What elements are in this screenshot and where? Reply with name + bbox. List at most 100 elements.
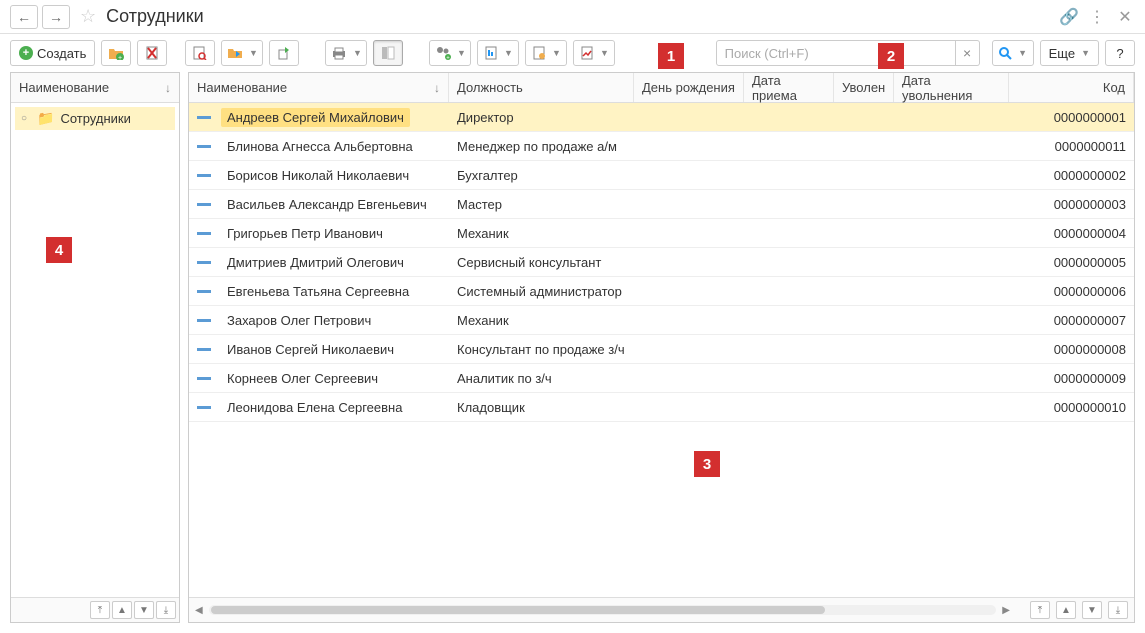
export-button[interactable]: [269, 40, 299, 66]
kebab-menu-icon[interactable]: ⋮: [1087, 7, 1107, 27]
table-row[interactable]: Захаров Олег ПетровичМеханик0000000007: [189, 306, 1134, 335]
table-row[interactable]: Васильев Александр ЕвгеньевичМастер00000…: [189, 190, 1134, 219]
row-position: Системный администратор: [449, 284, 634, 299]
scroll-up-button[interactable]: ▲: [1056, 601, 1076, 619]
row-marker-icon: [197, 203, 211, 206]
row-name: Дмитриев Дмитрий Олегович: [221, 253, 410, 272]
hscroll-right-icon[interactable]: ▶: [1002, 605, 1010, 616]
search-clear-button[interactable]: ×: [956, 40, 980, 66]
row-name: Андреев Сергей Михайлович: [221, 108, 410, 127]
create-button-label: Создать: [37, 46, 86, 61]
grid-body: Андреев Сергей Михайлович Директор 0000000…: [189, 103, 1134, 597]
hscroll-thumb[interactable]: [211, 606, 825, 614]
callout-3: 3: [694, 451, 720, 477]
scroll-top-button[interactable]: ⤒: [1030, 601, 1050, 619]
search-input[interactable]: [716, 40, 956, 66]
tree-footer: ⤒ ▲ ▼ ⤓: [11, 597, 179, 622]
col-header-name[interactable]: Наименование ↓: [189, 73, 449, 102]
table-row[interactable]: Блинова Агнесса АльбертовнаМенеджер по п…: [189, 132, 1134, 161]
attach-button[interactable]: ▼: [525, 40, 567, 66]
table-row[interactable]: Леонидова Елена СергеевнаКладовщик000000…: [189, 393, 1134, 422]
report-button[interactable]: ▼: [477, 40, 519, 66]
chevron-down-icon: ▼: [1018, 48, 1027, 58]
chevron-down-icon: ▼: [457, 48, 466, 58]
more-button[interactable]: Еще ▼: [1040, 40, 1099, 66]
row-marker-icon: [197, 116, 211, 119]
col-header-fire-date[interactable]: Дата увольнения: [894, 73, 1009, 102]
chevron-down-icon: ▼: [249, 48, 258, 58]
nav-forward-button[interactable]: →: [42, 5, 70, 29]
folder-icon: 📁: [37, 110, 54, 127]
users-button[interactable]: + ▼: [429, 40, 471, 66]
chart-button[interactable]: ▼: [573, 40, 615, 66]
row-code: 0000000003: [1009, 197, 1134, 212]
collapse-icon[interactable]: ○: [21, 113, 31, 124]
row-marker-icon: [197, 261, 211, 264]
tree-root-item[interactable]: ○ 📁 Сотрудники: [15, 107, 175, 130]
row-name: Иванов Сергей Николаевич: [221, 340, 400, 359]
row-position: Мастер: [449, 197, 634, 212]
table-row[interactable]: Григорьев Петр ИвановичМеханик0000000004: [189, 219, 1134, 248]
new-folder-button[interactable]: +: [101, 40, 131, 66]
row-position: Механик: [449, 313, 634, 328]
table-row[interactable]: Борисов Николай НиколаевичБухгалтер00000…: [189, 161, 1134, 190]
delete-button[interactable]: [137, 40, 167, 66]
row-name: Корнеев Олег Сергеевич: [221, 369, 384, 388]
col-header-code[interactable]: Код: [1009, 73, 1134, 102]
row-code: 0000000004: [1009, 226, 1134, 241]
create-button[interactable]: + Создать: [10, 40, 95, 66]
row-marker-icon: [197, 406, 211, 409]
tree-header[interactable]: Наименование ↓: [11, 73, 179, 103]
col-header-birthday[interactable]: День рождения: [634, 73, 744, 102]
row-name: Григорьев Петр Иванович: [221, 224, 389, 243]
table-row[interactable]: Дмитриев Дмитрий ОлеговичСервисный консу…: [189, 248, 1134, 277]
row-marker-icon: [197, 232, 211, 235]
row-position: Кладовщик: [449, 400, 634, 415]
row-name: Евгеньева Татьяна Сергеевна: [221, 282, 415, 301]
row-code: 0000000006: [1009, 284, 1134, 299]
col-header-hire-date[interactable]: Дата приема: [744, 73, 834, 102]
row-code: 0000000009: [1009, 371, 1134, 386]
table-row[interactable]: Иванов Сергей Николаевич Консультант по п…: [189, 335, 1134, 364]
grid-header: Наименование ↓ Должность День рождения Д…: [189, 73, 1134, 103]
col-header-position[interactable]: Должность: [449, 73, 634, 102]
hscrollbar[interactable]: [209, 605, 997, 615]
link-icon[interactable]: 🔗: [1059, 7, 1079, 27]
print-button[interactable]: ▼: [325, 40, 367, 66]
col-header-fired[interactable]: Уволен: [834, 73, 894, 102]
favorite-star-icon[interactable]: ☆: [80, 6, 96, 27]
scroll-down-button[interactable]: ▼: [1082, 601, 1102, 619]
row-code: 0000000011: [1009, 139, 1134, 154]
row-marker-icon: [197, 377, 211, 380]
hscroll-left-icon[interactable]: ◀: [195, 605, 203, 616]
row-position: Менеджер по продаже а/м: [449, 139, 634, 154]
table-row[interactable]: Корнеев Олег СергеевичАналитик по з/ч000…: [189, 364, 1134, 393]
callout-4: 4: [46, 237, 72, 263]
scroll-bottom-button[interactable]: ⤓: [156, 601, 176, 619]
close-icon[interactable]: ✕: [1115, 7, 1135, 27]
view-mode-button[interactable]: [373, 40, 403, 66]
row-name: Борисов Николай Николаевич: [221, 166, 415, 185]
grid-footer: ◀ ▶ ⤒ ▲ ▼ ⤓: [189, 597, 1134, 622]
scroll-top-button[interactable]: ⤒: [90, 601, 110, 619]
nav-back-button[interactable]: ←: [10, 5, 38, 29]
tree-root-label: Сотрудники: [60, 111, 130, 126]
row-code: 0000000010: [1009, 400, 1134, 415]
help-button[interactable]: ?: [1105, 40, 1135, 66]
row-code: 0000000001: [1009, 110, 1134, 125]
scroll-up-button[interactable]: ▲: [112, 601, 132, 619]
table-row[interactable]: Евгеньева Татьяна Сергеевна Системный адм…: [189, 277, 1134, 306]
table-row[interactable]: Андреев Сергей Михайлович Директор 0000000…: [189, 103, 1134, 132]
grid-panel: Наименование ↓ Должность День рождения Д…: [188, 72, 1135, 623]
move-to-folder-button[interactable]: ▼: [221, 40, 263, 66]
scroll-down-button[interactable]: ▼: [134, 601, 154, 619]
row-marker-icon: [197, 145, 211, 148]
row-code: 0000000007: [1009, 313, 1134, 328]
row-position: Консультант по продаже з/ч: [449, 342, 634, 357]
find-button[interactable]: [185, 40, 215, 66]
scroll-bottom-button[interactable]: ⤓: [1108, 601, 1128, 619]
search-options-button[interactable]: ▼: [992, 40, 1034, 66]
row-position: Директор: [449, 110, 634, 125]
titlebar: ← → ☆ Сотрудники 🔗 ⋮ ✕: [0, 0, 1145, 34]
plus-icon: +: [19, 46, 33, 60]
